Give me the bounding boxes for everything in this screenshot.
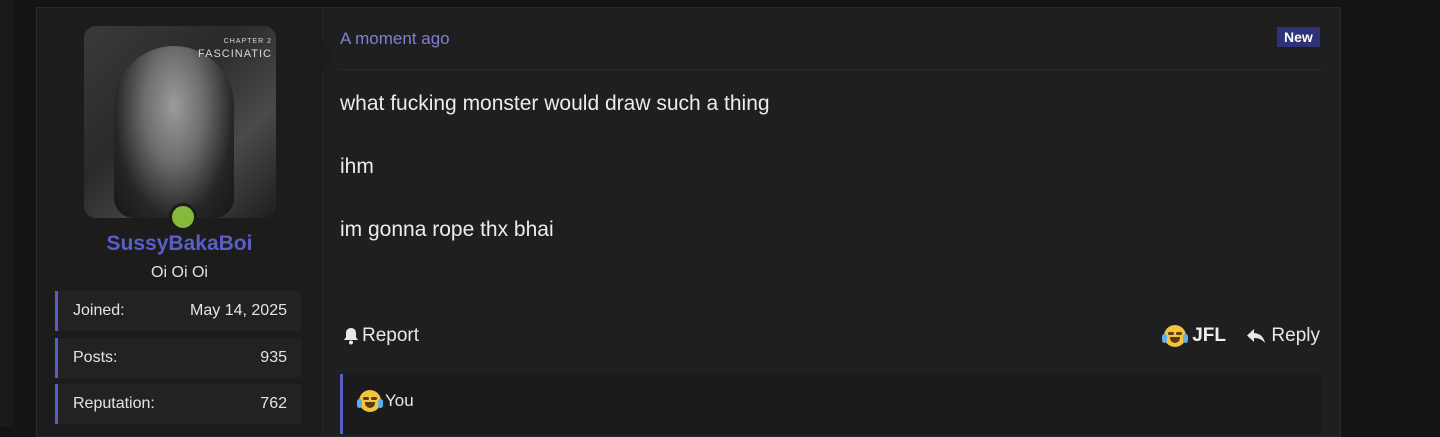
avatar-caption-line2: FASCINATIC: [198, 48, 272, 60]
bell-icon: [343, 327, 359, 345]
post-body-line: what fucking monster would draw such a t…: [340, 92, 770, 115]
post-body-line: im gonna rope thx bhai: [340, 218, 554, 241]
stat-value: 935: [260, 349, 287, 366]
report-button[interactable]: Report: [343, 325, 419, 347]
stat-label: Joined:: [73, 302, 125, 319]
header-divider: [340, 69, 1322, 70]
post-timestamp[interactable]: A moment ago: [340, 29, 450, 49]
reaction-label: JFL: [1192, 325, 1226, 346]
post-actions: Report JFL Reply: [340, 323, 1322, 353]
page-left-gutter: [0, 0, 14, 427]
reply-button[interactable]: Reply: [1246, 325, 1320, 347]
avatar-caption: CHAPTER 2 FASCINATIC: [198, 36, 272, 60]
stat-value: May 14, 2025: [190, 302, 287, 319]
user-column-pointer: [321, 38, 335, 74]
reactions-list: You: [357, 390, 414, 412]
username[interactable]: SussyBakaBoi: [37, 232, 322, 256]
crying-laughing-emoji-icon: [1162, 325, 1189, 347]
stat-value: 762: [260, 395, 287, 412]
avatar-figure: [114, 46, 234, 218]
post-container: CHAPTER 2 FASCINATIC SussyBakaBoi Oi Oi …: [36, 7, 1341, 437]
reaction-button[interactable]: JFL: [1162, 325, 1226, 347]
avatar-caption-line1: CHAPTER 2: [223, 38, 272, 45]
stat-reputation: Reputation: 762: [55, 384, 301, 424]
new-badge: New: [1277, 27, 1320, 47]
user-title: Oi Oi Oi: [151, 264, 208, 281]
stat-posts: Posts: 935: [55, 338, 301, 378]
post-body-line: ihm: [340, 155, 374, 178]
avatar[interactable]: CHAPTER 2 FASCINATIC: [84, 26, 276, 218]
report-label: Report: [362, 325, 420, 346]
stat-label: Reputation:: [73, 395, 155, 412]
reactions-users[interactable]: You: [385, 391, 414, 411]
user-info-column: CHAPTER 2 FASCINATIC SussyBakaBoi Oi Oi …: [37, 8, 323, 436]
reply-label: Reply: [1271, 325, 1320, 346]
online-status-indicator: [169, 203, 197, 231]
crying-laughing-emoji-icon: [357, 390, 383, 412]
reply-arrow-icon: [1246, 327, 1266, 345]
stat-joined: Joined: May 14, 2025: [55, 291, 301, 331]
stat-label: Posts:: [73, 349, 118, 366]
post-body: what fucking monster would draw such a t…: [340, 91, 770, 280]
reactions-bar[interactable]: You: [340, 374, 1322, 434]
